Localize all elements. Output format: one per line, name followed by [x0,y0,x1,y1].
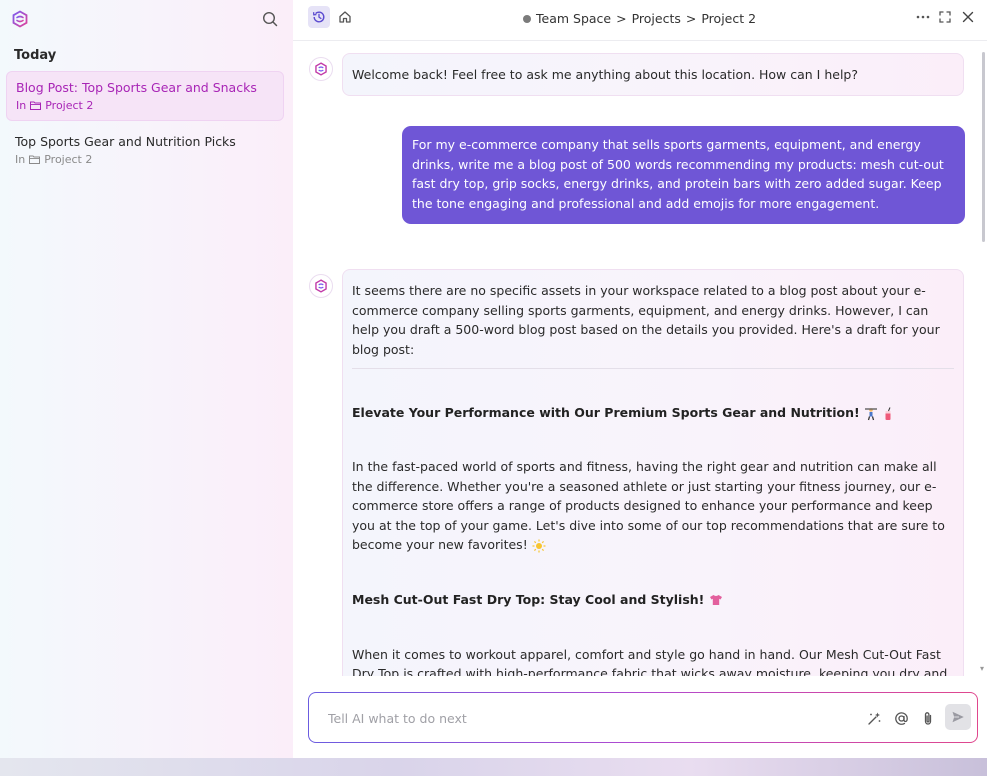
conversation-item[interactable]: Top Sports Gear and Nutrition Picks In P… [6,126,284,176]
paperclip-icon[interactable] [919,709,937,727]
conversation-title: Blog Post: Top Sports Gear and Snacks [16,80,257,95]
brain-logo-icon[interactable] [11,10,29,28]
location-name: Project 2 [44,153,93,166]
ai-avatar-icon [309,274,333,298]
expand-icon[interactable] [936,8,954,26]
breadcrumb-item-team-space[interactable]: Team Space [536,11,611,26]
heading-text: Mesh Cut-Out Fast Dry Top: Stay Cool and… [352,591,705,607]
conversation-location: In Project 2 [16,99,93,112]
user-message: For my e-commerce company that sells spo… [402,126,965,224]
sparkle-icon[interactable] [865,709,883,727]
sidebar: Today Blog Post: Top Sports Gear and Sna… [0,0,293,758]
at-mention-icon[interactable] [892,709,910,727]
scroll-down-arrow-icon[interactable]: ▾ [980,664,984,673]
top-bar: Team Space > Projects > Project 2 [293,0,987,41]
response-paragraph: When it comes to workout apparel, comfor… [352,646,948,676]
response-paragraph: In the fast-paced world of sports and fi… [343,457,963,555]
ai-avatar-icon [309,57,333,81]
conversation-location: In Project 2 [15,153,92,166]
history-icon[interactable] [308,6,330,28]
drink-emoji-icon [885,407,891,420]
paragraph-text: In the fast-paced world of sports and fi… [352,458,945,553]
breadcrumb-item-project[interactable]: Project 2 [701,11,756,26]
send-icon [952,711,964,723]
location-prefix: In [15,153,26,166]
conversation-item-active[interactable]: Blog Post: Top Sports Gear and Snacks In… [6,71,284,121]
message-text: Welcome back! Feel free to ask me anythi… [352,67,858,82]
response-heading: Mesh Cut-Out Fast Dry Top: Stay Cool and… [343,590,963,610]
close-icon[interactable] [959,8,977,26]
breadcrumb-separator: > [685,11,697,26]
home-icon[interactable] [334,6,356,28]
chat-panel: Team Space > Projects > Project 2 Welcom… [293,0,987,758]
scrollbar-thumb[interactable] [982,52,985,242]
sidebar-section-heading: Today [14,48,57,63]
tshirt-emoji-icon [709,595,722,606]
sun-emoji-icon [532,539,546,553]
folder-icon [29,155,41,164]
search-icon[interactable] [260,9,280,29]
divider [352,368,954,370]
weightlifter-emoji-icon [865,408,878,421]
space-dot-icon [523,14,531,23]
breadcrumb: Team Space > Projects > Project 2 [523,11,756,26]
heading-text: Elevate Your Performance with Our Premiu… [352,405,860,421]
conversation-title: Top Sports Gear and Nutrition Picks [15,134,236,149]
location-name: Project 2 [45,99,94,112]
breadcrumb-separator: > [616,11,627,26]
breadcrumb-item-projects[interactable]: Projects [632,11,681,26]
more-icon[interactable] [914,8,932,26]
message-text: For my e-commerce company that sells spo… [412,137,944,211]
response-intro: It seems there are no specific assets in… [352,283,940,357]
message-list[interactable]: Welcome back! Feel free to ask me anythi… [293,41,987,676]
folder-icon [30,101,42,110]
prompt-input[interactable] [326,706,850,730]
response-heading: Elevate Your Performance with Our Premiu… [343,403,963,423]
location-prefix: In [16,99,27,112]
ai-message-welcome: Welcome back! Feel free to ask me anythi… [342,53,964,96]
prompt-input-box [308,692,978,743]
send-button[interactable] [945,704,971,730]
desktop-background-strip [0,758,987,776]
ai-message-response: It seems there are no specific assets in… [342,269,964,676]
